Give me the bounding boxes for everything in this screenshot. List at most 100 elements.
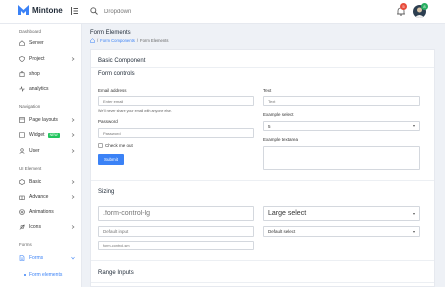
sidebar-item-label: Advance [29, 194, 49, 200]
user-icon [19, 148, 25, 154]
chevron-down-icon [71, 256, 75, 260]
small-input[interactable] [98, 241, 254, 250]
menu-toggle-icon[interactable] [71, 7, 78, 15]
form-controls-title: Form controls [98, 71, 135, 77]
notification-badge: 5 [400, 3, 407, 10]
breadcrumb: / Form Components / Form Elements [90, 38, 168, 43]
sidebar-item-label: User [29, 148, 40, 154]
password-field[interactable] [98, 128, 254, 138]
shopping-bag-icon [19, 71, 25, 77]
gift-icon [19, 195, 25, 200]
default-select-value: Default select [268, 229, 296, 234]
sidebar-item-user[interactable]: User [19, 146, 79, 156]
divider [91, 282, 434, 283]
checkbox[interactable] [98, 143, 103, 148]
sidebar-item-analytics[interactable]: analytics [19, 84, 79, 94]
example-select-value: 5 [268, 123, 271, 129]
range-inputs-title: Range Inputs [98, 270, 134, 276]
chevron-right-icon [71, 118, 75, 122]
search-icon[interactable] [90, 7, 98, 15]
basic-component-card: Basic Component Form controls Email addr… [90, 49, 435, 287]
sidebar-item-icons[interactable]: Icons [19, 222, 79, 232]
app-name: Mintone [32, 5, 63, 15]
example-textarea[interactable] [263, 146, 420, 170]
default-input[interactable] [98, 226, 254, 237]
divider [91, 67, 434, 68]
caret-down-icon [413, 230, 415, 233]
caret-down-icon [413, 212, 415, 215]
card-title: Basic Component [98, 58, 146, 64]
text-field[interactable] [263, 96, 420, 106]
sidebar-section-forms: Forms [19, 242, 32, 247]
sidebar-item-label: Page layouts [29, 117, 58, 123]
sidebar: Dashboard Server Project shop analytics … [0, 24, 82, 287]
example-select-label: Example select [263, 112, 294, 117]
home-icon [19, 40, 25, 46]
sidebar-subitem-form-elements[interactable]: Form elements [24, 272, 62, 278]
caret-down-icon [413, 125, 415, 127]
sidebar-item-forms[interactable]: Forms [19, 253, 79, 263]
divider [91, 260, 434, 261]
sidebar-item-basic[interactable]: Basic [19, 177, 79, 187]
layout-icon [19, 117, 25, 123]
box-icon [19, 179, 25, 185]
widget-icon [19, 132, 25, 138]
large-select-value: Large select [268, 210, 307, 217]
divider [91, 180, 434, 181]
sidebar-item-animations[interactable]: Animations [19, 207, 79, 217]
check-me-out[interactable]: Check me out [98, 143, 133, 148]
breadcrumb-link-form-components[interactable]: Form Components [100, 38, 135, 43]
email-label: Email address [98, 88, 127, 93]
email-help-text: We'll never share your email with anyone… [98, 109, 172, 113]
sidebar-section-navigation: Navigation [19, 104, 41, 109]
sidebar-item-label: Basic [29, 179, 42, 185]
sidebar-item-advance[interactable]: Advance [19, 192, 79, 202]
breadcrumb-current: Form Elements [140, 38, 169, 43]
chevron-right-icon [71, 180, 75, 184]
bullet-icon [24, 274, 26, 276]
example-textarea-label: Example textarea [263, 137, 299, 142]
sizing-title: Sizing [98, 189, 115, 195]
file-text-icon [19, 255, 25, 261]
chevron-right-icon [71, 149, 75, 153]
page-title: Form Elements [90, 30, 131, 36]
sidebar-section-dashboard: Dashboard [19, 29, 42, 34]
chevron-right-icon [71, 195, 75, 199]
home-icon[interactable] [90, 38, 95, 43]
text-label: Text [263, 88, 272, 93]
sidebar-subitem-label: Form elements [29, 272, 63, 278]
app-logo[interactable]: Mintone [18, 5, 63, 15]
sidebar-section-ui-element: UI Element [19, 166, 42, 171]
logo-icon [18, 5, 29, 15]
breadcrumb-separator: / [136, 38, 139, 43]
sidebar-item-widget[interactable]: Widget NEW [19, 130, 79, 140]
submit-button[interactable]: Submit [98, 154, 124, 165]
email-field[interactable] [98, 96, 254, 106]
top-bar: Mintone 5 8 [0, 0, 445, 24]
sidebar-item-shop[interactable]: shop [19, 69, 79, 79]
sidebar-item-label: Server [29, 40, 44, 46]
sidebar-item-label: Icons [29, 224, 41, 230]
new-badge: NEW [47, 132, 60, 138]
chevron-right-icon [71, 225, 75, 229]
chevron-right-icon [71, 57, 75, 61]
large-input[interactable] [98, 206, 254, 221]
sidebar-item-label: Widget [29, 132, 45, 138]
avatar-badge: 8 [421, 3, 428, 10]
sidebar-item-project[interactable]: Project [19, 54, 79, 64]
sidebar-item-label: Forms [29, 255, 44, 261]
sidebar-item-label: analytics [29, 86, 49, 92]
search-input[interactable] [104, 6, 184, 17]
chevron-right-icon [71, 133, 75, 137]
example-select[interactable]: 5 [263, 121, 420, 131]
sidebar-item-server[interactable]: Server [19, 38, 79, 48]
large-select[interactable]: Large select [263, 206, 420, 221]
sidebar-item-page-layouts[interactable]: Page layouts [19, 115, 79, 125]
sidebar-item-label: shop [29, 71, 40, 77]
sidebar-item-label: Animations [29, 209, 54, 215]
default-select[interactable]: Default select [263, 226, 420, 237]
sidebar-item-label: Project [29, 56, 45, 62]
aperture-icon [19, 209, 25, 215]
shield-icon [19, 56, 25, 62]
feather-icon [19, 224, 25, 230]
